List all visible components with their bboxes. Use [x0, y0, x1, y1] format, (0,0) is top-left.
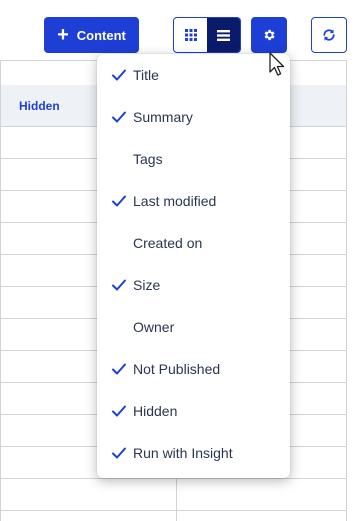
column-toggle-label: Tags [133, 151, 163, 167]
checkmark-icon [112, 279, 126, 291]
view-toggle [173, 17, 241, 53]
column-toggle-label: Summary [133, 109, 193, 125]
page: + Content Hidden Title Summary Tags Last… [0, 0, 363, 521]
checkmark-icon [112, 363, 126, 375]
column-toggle-item[interactable]: Last modified [97, 180, 290, 222]
column-settings-button[interactable] [251, 17, 287, 53]
column-toggle-label: Title [133, 67, 159, 83]
checkmark-icon [112, 195, 126, 207]
column-toggle-item[interactable]: Title [97, 54, 290, 96]
column-toggle-item[interactable]: Size [97, 264, 290, 306]
list-view-icon [217, 29, 230, 41]
column-toggle-label: Not Published [133, 361, 221, 377]
refresh-icon [323, 29, 335, 41]
toolbar: + Content [0, 0, 363, 60]
column-toggle-label: Hidden [133, 403, 178, 419]
column-toggle-item[interactable]: Owner [97, 306, 290, 348]
column-toggle-label: Size [133, 277, 161, 293]
checkmark-icon [112, 405, 126, 417]
column-toggle-item[interactable]: Not Published [97, 348, 290, 390]
column-toggle-label: Created on [133, 235, 203, 251]
refresh-button[interactable] [311, 17, 347, 53]
column-toggle-label: Last modified [133, 193, 217, 209]
add-content-button[interactable]: + Content [44, 17, 139, 53]
table-row[interactable] [1, 479, 347, 511]
list-view-button[interactable] [207, 18, 240, 52]
gear-icon [264, 29, 275, 41]
mouse-cursor-icon [269, 52, 285, 76]
column-toggle-item[interactable]: Created on [97, 222, 290, 264]
column-toggle-label: Run with Insight [133, 445, 233, 461]
column-header-hidden[interactable]: Hidden [19, 85, 60, 127]
column-toggle-label: Owner [133, 319, 175, 335]
column-toggle-item[interactable]: Hidden [97, 390, 290, 432]
column-toggle-item[interactable]: Tags [97, 138, 290, 180]
column-toggle-item[interactable]: Summary [97, 96, 290, 138]
grid-view-button[interactable] [174, 18, 207, 52]
grid-view-icon [184, 29, 197, 41]
table-right-border [346, 61, 347, 521]
column-chooser-menu: Title Summary Tags Last modified Created on S… [97, 54, 290, 478]
checkmark-icon [112, 111, 126, 123]
column-toggle-item[interactable]: Run with Insight [97, 432, 290, 474]
checkmark-icon [112, 447, 126, 459]
checkmark-icon [112, 69, 126, 81]
add-content-label: Content [76, 27, 126, 43]
plus-icon: + [57, 24, 69, 46]
